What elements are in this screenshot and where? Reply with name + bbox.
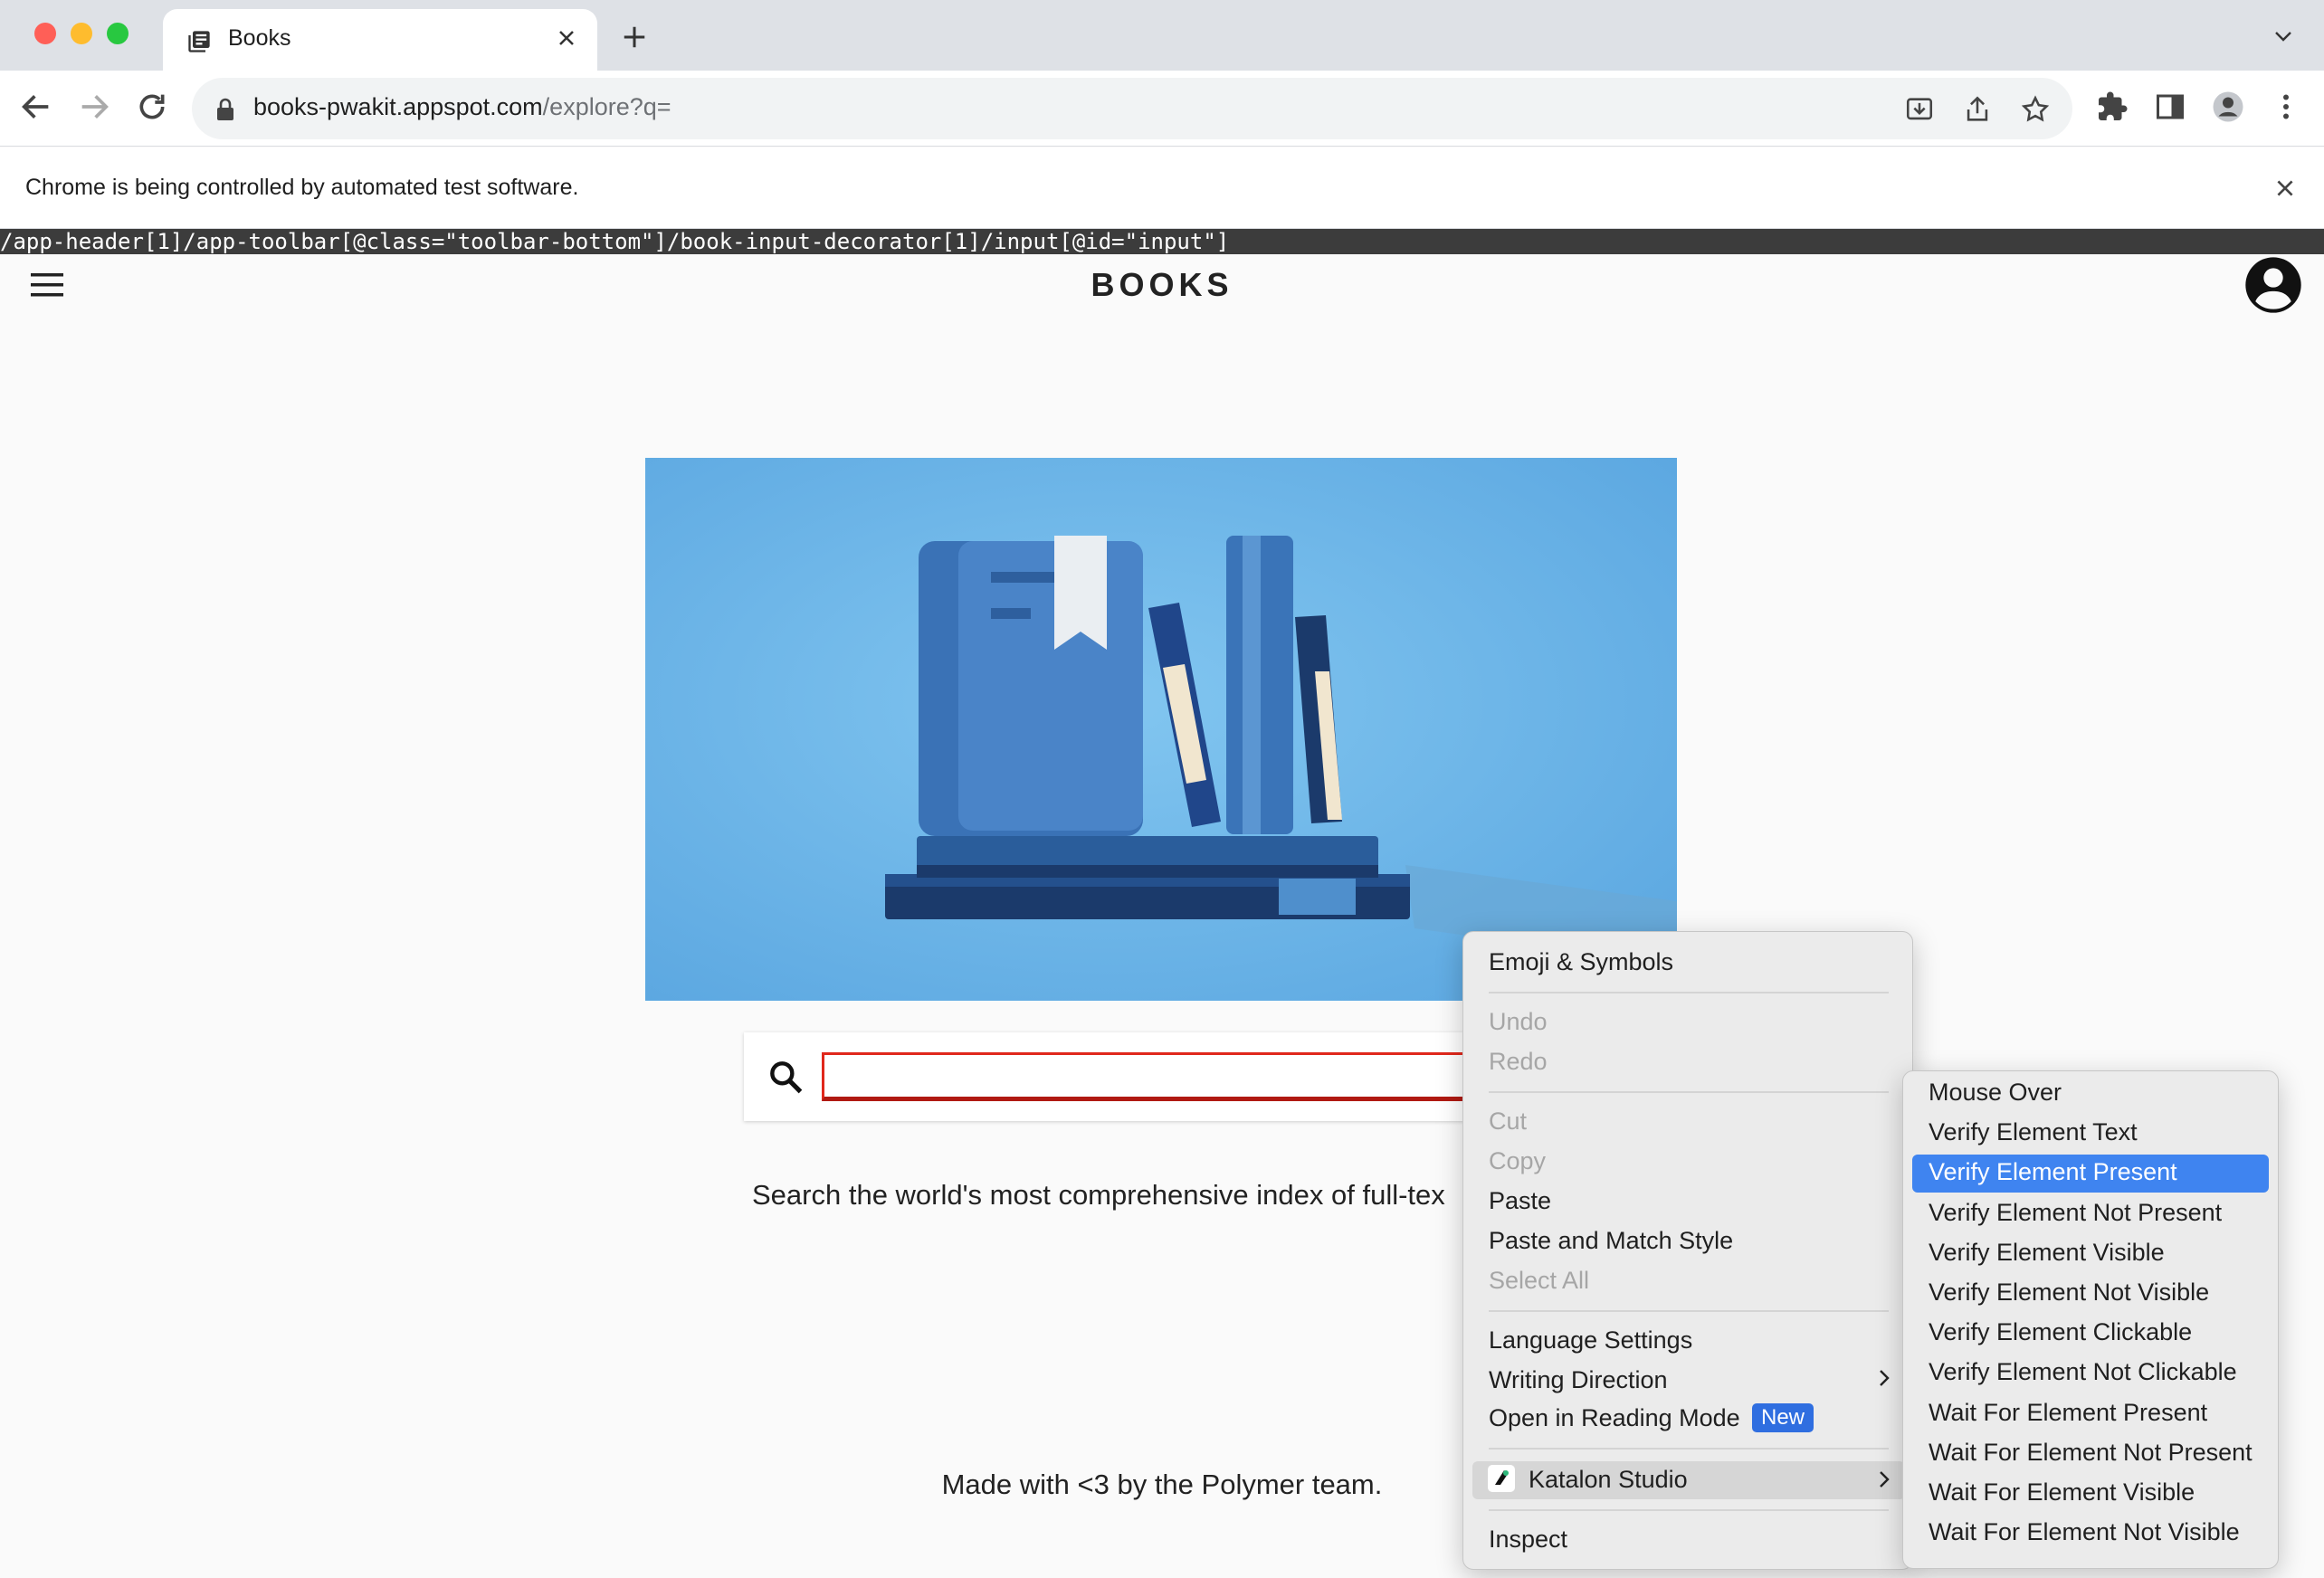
menu-item-inspect[interactable]: Inspect xyxy=(1489,1526,1567,1554)
menu-item-writing-direction[interactable]: Writing Direction xyxy=(1489,1366,1668,1394)
menu-item-redo: Redo xyxy=(1489,1048,1548,1075)
menu-item-copy: Copy xyxy=(1489,1147,1547,1174)
reload-icon[interactable] xyxy=(134,89,170,125)
menu-item-paste-match-style[interactable]: Paste and Match Style xyxy=(1489,1227,1733,1255)
menu-item-cut: Cut xyxy=(1489,1107,1528,1135)
install-app-icon[interactable] xyxy=(1904,94,1935,125)
menu-item-paste[interactable]: Paste xyxy=(1489,1187,1551,1215)
profile-avatar-icon[interactable] xyxy=(2212,90,2244,123)
side-panel-icon[interactable] xyxy=(2154,90,2186,123)
chevron-right-icon xyxy=(1880,1471,1890,1488)
share-icon[interactable] xyxy=(1962,94,1993,125)
bookmark-star-icon[interactable] xyxy=(2020,94,2051,125)
url-text: books-pwakit.appspot.com/explore?q= xyxy=(253,93,671,121)
automation-infobar: Chrome is being controlled by automated … xyxy=(0,147,2324,229)
tab-strip: Books xyxy=(0,0,2324,71)
menu-item-language-settings[interactable]: Language Settings xyxy=(1489,1326,1692,1355)
submenu-item-wait-for-element-not-visible[interactable]: Wait For Element Not Visible xyxy=(1929,1518,2240,1546)
books-tab-icon xyxy=(188,31,210,52)
submenu-item-verify-element-clickable[interactable]: Verify Element Clickable xyxy=(1929,1318,2192,1346)
menu-item-katalon-studio[interactable]: Katalon Studio xyxy=(1529,1466,1688,1494)
search-box xyxy=(744,1032,1468,1121)
submenu-item-wait-for-element-not-present[interactable]: Wait For Element Not Present xyxy=(1929,1439,2253,1467)
close-window-button[interactable] xyxy=(34,23,56,44)
close-infobar-icon[interactable] xyxy=(2273,176,2297,200)
back-arrow-icon[interactable] xyxy=(18,89,54,125)
app-title: BOOKS xyxy=(1091,266,1233,303)
submenu-item-verify-element-not-clickable[interactable]: Verify Element Not Clickable xyxy=(1929,1358,2237,1386)
xpath-overlay: /app-header[1]/app-toolbar[@class="toolb… xyxy=(0,229,2324,254)
submenu-item-verify-element-not-visible[interactable]: Verify Element Not Visible xyxy=(1929,1279,2209,1307)
more-menu-icon[interactable] xyxy=(2270,90,2302,123)
menu-divider xyxy=(1489,1091,1889,1093)
infobar-message: Chrome is being controlled by automated … xyxy=(25,175,579,200)
submenu-item-verify-element-visible[interactable]: Verify Element Visible xyxy=(1929,1239,2165,1267)
maximize-window-button[interactable] xyxy=(107,23,129,44)
submenu-item-mouse-over[interactable]: Mouse Over xyxy=(1929,1079,2062,1107)
menu-item-reading-mode[interactable]: Open in Reading Mode xyxy=(1489,1404,1740,1432)
minimize-window-button[interactable] xyxy=(71,23,92,44)
tab-books[interactable]: Books xyxy=(163,9,597,71)
submenu-item-verify-element-text[interactable]: Verify Element Text xyxy=(1929,1118,2138,1146)
tab-search-chevron-icon[interactable] xyxy=(2273,29,2293,43)
address-bar[interactable]: books-pwakit.appspot.com/explore?q= xyxy=(192,78,2072,139)
search-icon xyxy=(770,1061,803,1094)
extensions-puzzle-icon[interactable] xyxy=(2096,90,2129,123)
close-tab-icon[interactable] xyxy=(554,25,579,51)
lock-icon xyxy=(217,98,233,120)
tab-title: Books xyxy=(228,25,291,51)
browser-toolbar: books-pwakit.appspot.com/explore?q= xyxy=(0,71,2324,147)
search-input[interactable] xyxy=(822,1052,1468,1101)
account-circle-icon[interactable] xyxy=(2244,256,2302,314)
submenu-item-verify-element-not-present[interactable]: Verify Element Not Present xyxy=(1929,1199,2222,1227)
menu-item-select-all: Select All xyxy=(1489,1267,1590,1294)
books-hero-illustration xyxy=(645,458,1677,1001)
katalon-logo-icon xyxy=(1488,1465,1515,1492)
url-path: /explore?q= xyxy=(542,93,671,120)
tagline-text: Search the world's most comprehensive in… xyxy=(752,1179,1445,1211)
menu-divider xyxy=(1489,1509,1889,1511)
katalon-submenu: Mouse Over Verify Element Text Verify Elem… xyxy=(1902,1070,2279,1569)
menu-item-emoji-symbols[interactable]: Emoji & Symbols xyxy=(1489,948,1673,976)
submenu-item-verify-element-present[interactable]: Verify Element Present xyxy=(1929,1158,2177,1186)
xpath-text: /app-header[1]/app-toolbar[@class="toolb… xyxy=(0,229,1230,254)
url-host: books-pwakit.appspot.com xyxy=(253,93,543,120)
new-badge: New xyxy=(1752,1403,1814,1432)
chevron-right-icon xyxy=(1880,1370,1890,1386)
submenu-item-wait-for-element-present[interactable]: Wait For Element Present xyxy=(1929,1399,2207,1427)
menu-divider xyxy=(1489,1310,1889,1312)
menu-divider xyxy=(1489,1448,1889,1450)
menu-item-undo: Undo xyxy=(1489,1008,1548,1035)
menu-divider xyxy=(1489,992,1889,993)
new-tab-icon[interactable] xyxy=(621,24,648,51)
context-menu: Emoji & Symbols Undo Redo Cut Copy Paste… xyxy=(1462,931,1913,1570)
forward-arrow-icon[interactable] xyxy=(76,89,112,125)
submenu-item-wait-for-element-visible[interactable]: Wait For Element Visible xyxy=(1929,1478,2195,1507)
